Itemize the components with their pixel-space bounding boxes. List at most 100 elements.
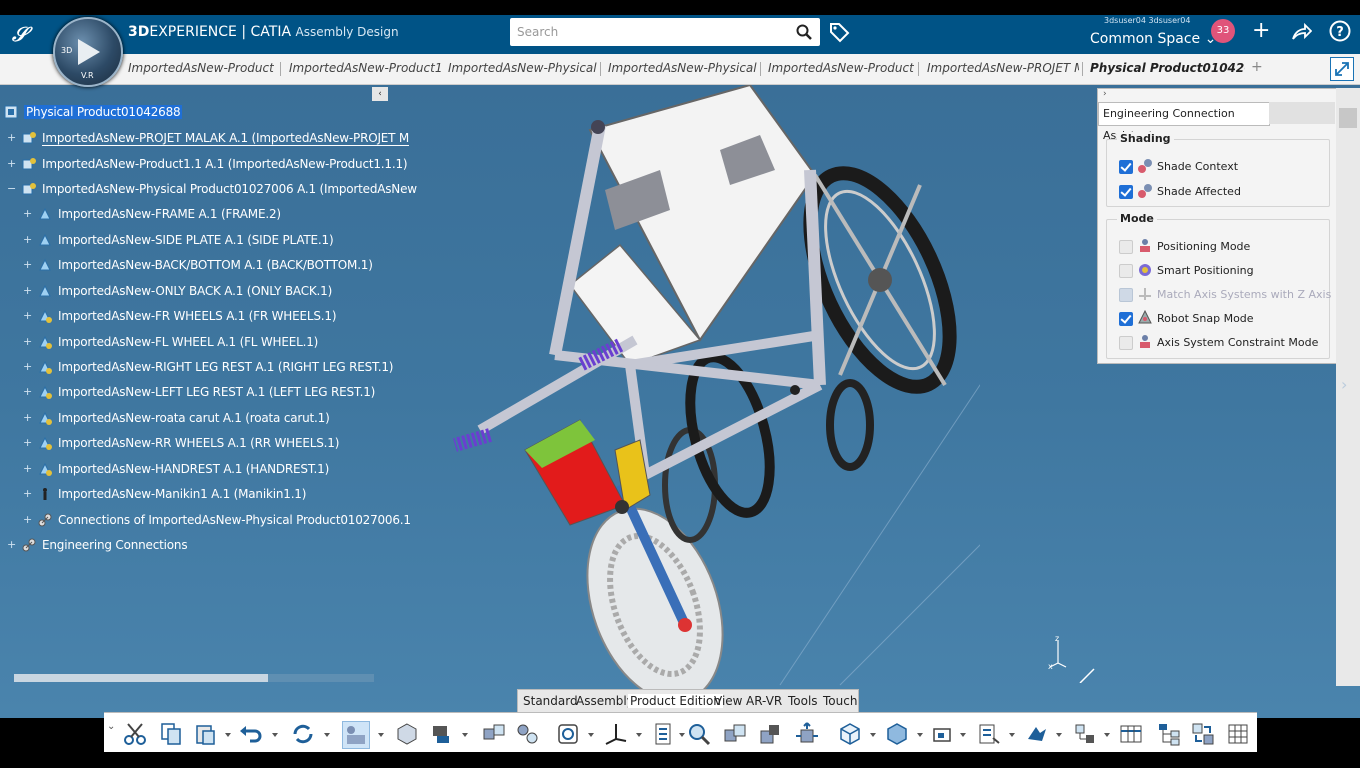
avatar[interactable]: 33 (1211, 19, 1235, 43)
3d-viewport[interactable]: ‹ Physical Product01042688 + ImportedAsNe… (0, 85, 1360, 718)
tree-node[interactable]: + ImportedAsNew-RIGHT LEG REST A.1 (RIGHT… (23, 360, 393, 382)
chevron-down-icon[interactable] (1104, 733, 1110, 737)
chevron-down-icon[interactable] (588, 733, 594, 737)
robot-icon[interactable] (429, 721, 455, 747)
chevron-down-icon[interactable] (225, 733, 231, 737)
tree-node[interactable]: + ImportedAsNew-BACK/BOTTOM A.1 (BACK/BOT… (23, 258, 373, 280)
expand-icon[interactable]: + (23, 462, 32, 475)
shade-context-checkbox[interactable] (1119, 160, 1133, 174)
tree-node[interactable]: + ImportedAsNew-SIDE PLATE A.1 (SIDE PLAT… (23, 233, 334, 255)
chevron-down-icon[interactable] (917, 733, 923, 737)
clash-icon[interactable] (722, 721, 748, 747)
expand-icon[interactable]: + (23, 309, 32, 322)
tree-node[interactable]: + Engineering Connections (7, 538, 188, 560)
view-cube-icon[interactable] (884, 721, 910, 747)
expand-icon[interactable]: + (7, 131, 16, 144)
replace-icon[interactable] (1190, 721, 1216, 747)
section-tab-ar-vr[interactable]: AR-VR (746, 694, 782, 708)
chevron-down-icon[interactable] (636, 733, 642, 737)
axis-icon[interactable] (603, 721, 629, 747)
engineering-connection-icon[interactable] (342, 721, 370, 749)
group-icon[interactable] (515, 721, 541, 747)
expand-icon[interactable]: + (23, 385, 32, 398)
tag-icon[interactable] (828, 21, 850, 43)
tree-node[interactable]: + ImportedAsNew-ONLY BACK A.1 (ONLY BACK.… (23, 284, 332, 306)
chevron-down-icon[interactable] (324, 733, 330, 737)
section-tab-touch[interactable]: Touch (823, 694, 857, 708)
tab-product1-a[interactable]: ImportedAsNew-Product1 A (128, 61, 274, 75)
panel-title-tab[interactable]: Engineering Connection Assistant (1098, 102, 1270, 142)
tab-product1-a1[interactable]: ImportedAsNew-Product1 A.1 (289, 61, 441, 75)
tab-product1-1[interactable]: ImportedAsNew-Product1.1 (768, 61, 914, 75)
compass-widget[interactable]: 3D V.R (53, 17, 123, 87)
expand-icon[interactable]: + (23, 207, 32, 220)
tree-node[interactable]: + ImportedAsNew-Manikin1 A.1 (Manikin1.1) (23, 487, 306, 509)
axis-system-constraint-checkbox[interactable] (1119, 336, 1133, 350)
smart-positioning-checkbox[interactable] (1119, 264, 1133, 278)
snap-icon[interactable] (794, 721, 820, 747)
shade-affected-checkbox[interactable] (1119, 185, 1133, 199)
chevron-down-icon[interactable] (272, 733, 278, 737)
collapse-icon[interactable]: − (7, 182, 16, 195)
viewport-vertical-scrollbar[interactable] (1336, 88, 1360, 686)
update-icon[interactable] (290, 721, 316, 747)
scrollbar-thumb[interactable] (1339, 108, 1357, 128)
new-tab-icon[interactable]: + (1251, 59, 1263, 75)
tab-physical-product-active[interactable]: Physical Product01042688 (1090, 61, 1245, 75)
collapse-tree-icon[interactable]: ‹ (372, 87, 388, 101)
tree-node[interactable]: + Connections of ImportedAsNew-Physical P… (23, 513, 411, 535)
expand-icon[interactable]: + (23, 258, 32, 271)
tree-root-label[interactable]: Physical Product01042688 (24, 105, 183, 119)
tree-node[interactable]: + ImportedAsNew-PROJET MALAK A.1 (Importe… (7, 131, 409, 153)
expand-icon[interactable]: + (7, 538, 16, 551)
add-icon[interactable]: + (1252, 20, 1270, 42)
chevron-down-icon[interactable] (462, 733, 468, 737)
scrollbar-thumb[interactable] (14, 674, 268, 682)
tab-physical-pro-2[interactable]: ImportedAsNew-Physical Pro (608, 61, 760, 75)
table-icon[interactable] (1118, 721, 1144, 747)
action-bar-menu-icon[interactable]: ⌄ (107, 721, 115, 732)
tree-node[interactable]: − ImportedAsNew-Physical Product01027006 … (7, 182, 417, 204)
expand-icon[interactable]: + (23, 436, 32, 449)
search-icon[interactable] (796, 24, 812, 40)
chevron-right-icon[interactable]: › (1341, 375, 1347, 394)
tree-root[interactable]: Physical Product01042688 (4, 105, 183, 127)
zoom-icon[interactable] (686, 721, 712, 747)
expand-icon[interactable]: + (23, 487, 32, 500)
configure-icon[interactable] (1225, 721, 1251, 747)
expand-icon[interactable]: + (23, 411, 32, 424)
collaborative-space-selector[interactable]: Common Space ⌄ (1090, 31, 1216, 47)
expand-icon[interactable]: + (7, 157, 16, 170)
tree-node[interactable]: + ImportedAsNew-FR WHEELS A.1 (FR WHEELS.… (23, 309, 337, 331)
cut-icon[interactable] (122, 721, 148, 747)
section-tab-view[interactable]: View (714, 694, 742, 708)
positioning-mode-checkbox[interactable] (1119, 240, 1133, 254)
panel-collapse-icon[interactable]: › (1103, 89, 1107, 99)
expand-icon[interactable]: + (23, 284, 32, 297)
tree-node[interactable]: + ImportedAsNew-RR WHEELS A.1 (RR WHEELS.… (23, 436, 339, 458)
chevron-down-icon[interactable] (1056, 733, 1062, 737)
tree-node[interactable]: + ImportedAsNew-roata carut A.1 (roata ca… (23, 411, 330, 433)
explode-icon[interactable] (481, 721, 507, 747)
fix-icon[interactable] (394, 721, 420, 747)
expand-icon[interactable]: + (23, 360, 32, 373)
bom-icon[interactable] (650, 721, 676, 747)
tree-node[interactable]: + ImportedAsNew-FL WHEEL A.1 (FL WHEEL.1) (23, 335, 318, 357)
section-tab-tools[interactable]: Tools (788, 694, 818, 708)
section-icon[interactable] (930, 721, 956, 747)
3ds-logo-icon[interactable]: 𝒮 (12, 18, 44, 50)
chevron-down-icon[interactable] (1009, 733, 1015, 737)
section-tab-standard[interactable]: Standard (523, 694, 578, 708)
tab-physical-pro-1[interactable]: ImportedAsNew-Physical Pro (448, 61, 600, 75)
update-all-icon[interactable] (1024, 721, 1050, 747)
section-tab-assembly[interactable]: Assembly (576, 694, 634, 708)
cube-icon[interactable] (837, 721, 863, 747)
robot-snap-mode-checkbox[interactable] (1119, 312, 1133, 326)
paste-icon[interactable] (192, 721, 218, 747)
tree-node[interactable]: + ImportedAsNew-Product1.1 A.1 (ImportedA… (7, 157, 408, 179)
fullscreen-button[interactable] (1330, 57, 1354, 81)
match-axis-systems-checkbox[interactable] (1119, 288, 1133, 302)
wheelchair-model[interactable] (420, 85, 980, 695)
manipulate-icon[interactable] (757, 721, 783, 747)
help-icon[interactable]: ? (1329, 20, 1351, 42)
